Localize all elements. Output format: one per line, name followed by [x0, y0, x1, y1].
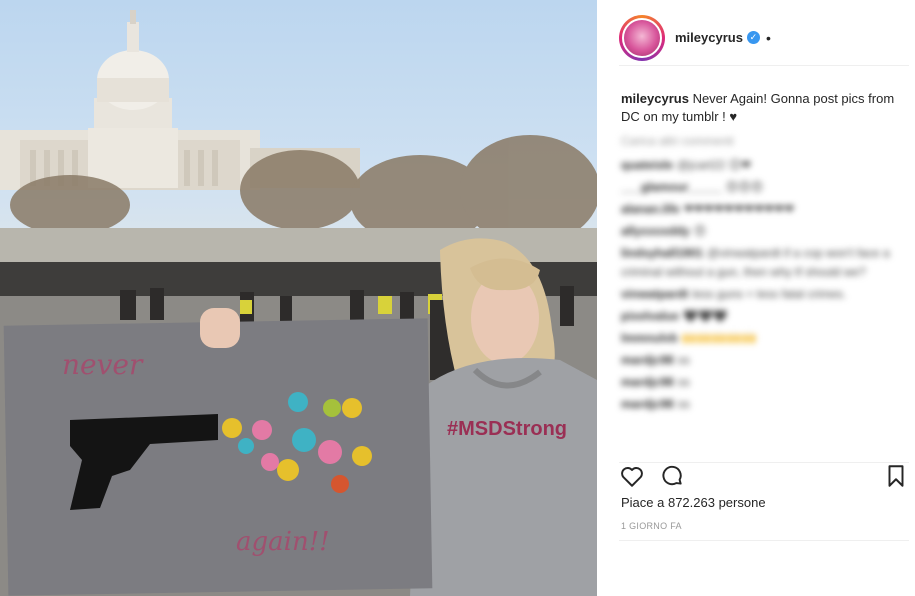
- comment-text: ss: [677, 375, 690, 389]
- comment-text: ❤❤❤❤❤❤❤❤❤❤❤: [683, 202, 795, 216]
- comment-username[interactable]: alanan.life: [621, 202, 680, 216]
- header-dot: •: [765, 29, 771, 46]
- avatar-image: [622, 17, 662, 58]
- verified-badge-icon: ✓: [746, 31, 760, 44]
- comment-item: vinwatpardt less guns = less fatal crimes…: [621, 285, 905, 304]
- comment-item: pixelvalue 🖤🖤🖤: [621, 307, 905, 326]
- comment-username[interactable]: quateisle: [621, 158, 673, 172]
- comment-item: allyxxoxddy 😍: [621, 222, 905, 241]
- post-side-panel: mileycyrus ✓ • mileycyrus Never Again! G…: [597, 0, 915, 596]
- comment-icon[interactable]: [659, 463, 685, 489]
- comment-username[interactable]: mardjc98: [621, 353, 674, 367]
- heart-icon[interactable]: [619, 463, 645, 489]
- bookmark-icon[interactable]: [883, 463, 909, 489]
- post-caption: mileycyrus Never Again! Gonna post pics …: [621, 90, 901, 126]
- load-more-comments-link[interactable]: Carica altri commenti: [621, 134, 905, 156]
- comment-item: mardjc98 ss: [621, 373, 905, 392]
- comment-username[interactable]: ___glamour_____: [621, 180, 722, 194]
- comment-text: ss: [677, 397, 690, 411]
- avatar[interactable]: [619, 14, 665, 61]
- comment-username[interactable]: vinwatpardt: [621, 287, 688, 301]
- comment-text: less guns = less fatal crimes.: [692, 287, 847, 301]
- comment-text: ss: [677, 353, 690, 367]
- sign-bottom-text: again!!: [236, 527, 330, 557]
- comment-item: ___glamour_____ 😍😍😍: [621, 178, 905, 197]
- header-username[interactable]: mileycyrus: [675, 30, 743, 45]
- likes-count[interactable]: Piace a 872.263 persone: [621, 495, 766, 510]
- comment-text: 😍😍😍: [725, 180, 764, 194]
- comment-text: 🙌🙌🙌🙌🙌: [681, 331, 757, 345]
- comment-username[interactable]: allyxxoxddy: [621, 224, 690, 238]
- comment-username[interactable]: lindsyhall1901: [621, 246, 703, 260]
- caption-username[interactable]: mileycyrus: [621, 91, 689, 106]
- comment-username[interactable]: mardjc98: [621, 397, 674, 411]
- bottom-divider: [619, 540, 909, 541]
- comment-text: 😍: [693, 224, 707, 238]
- shirt-text: #MSDStrong: [447, 418, 567, 440]
- comment-item: quateisle @jcart22 😊❤: [621, 156, 905, 175]
- comment-text: @jcart22 😊❤: [677, 158, 752, 172]
- comment-username[interactable]: pixelvalue: [621, 309, 679, 323]
- comment-text: 🖤🖤🖤: [683, 309, 728, 323]
- comment-username[interactable]: mardjc98: [621, 375, 674, 389]
- comment-username[interactable]: lmmnulvb: [621, 331, 678, 345]
- action-bar: [619, 462, 909, 488]
- post-header: mileycyrus ✓ •: [619, 10, 909, 66]
- post-photo[interactable]: #MSDStrong never again!!: [0, 0, 597, 596]
- comment-item: lmmnulvb 🙌🙌🙌🙌🙌: [621, 329, 905, 348]
- comment-item: alanan.life ❤❤❤❤❤❤❤❤❤❤❤: [621, 200, 905, 219]
- capitol-building: [0, 10, 260, 190]
- photo-illustration: #MSDStrong never again!!: [0, 10, 597, 596]
- comment-item: lindsyhall1901 @vinwatpardt if a cop won'…: [621, 244, 905, 282]
- comment-item: mardjc98 ss: [621, 351, 905, 370]
- comment-list: Carica altri commenti quateisle @jcart22 …: [621, 134, 905, 417]
- comment-item: mardjc98 ss: [621, 395, 905, 414]
- sign-top-text: never: [62, 348, 144, 381]
- instagram-post: #MSDStrong never again!! mileycyrus ✓ • …: [0, 0, 915, 596]
- post-timestamp[interactable]: 1 GIORNO FA: [621, 521, 682, 531]
